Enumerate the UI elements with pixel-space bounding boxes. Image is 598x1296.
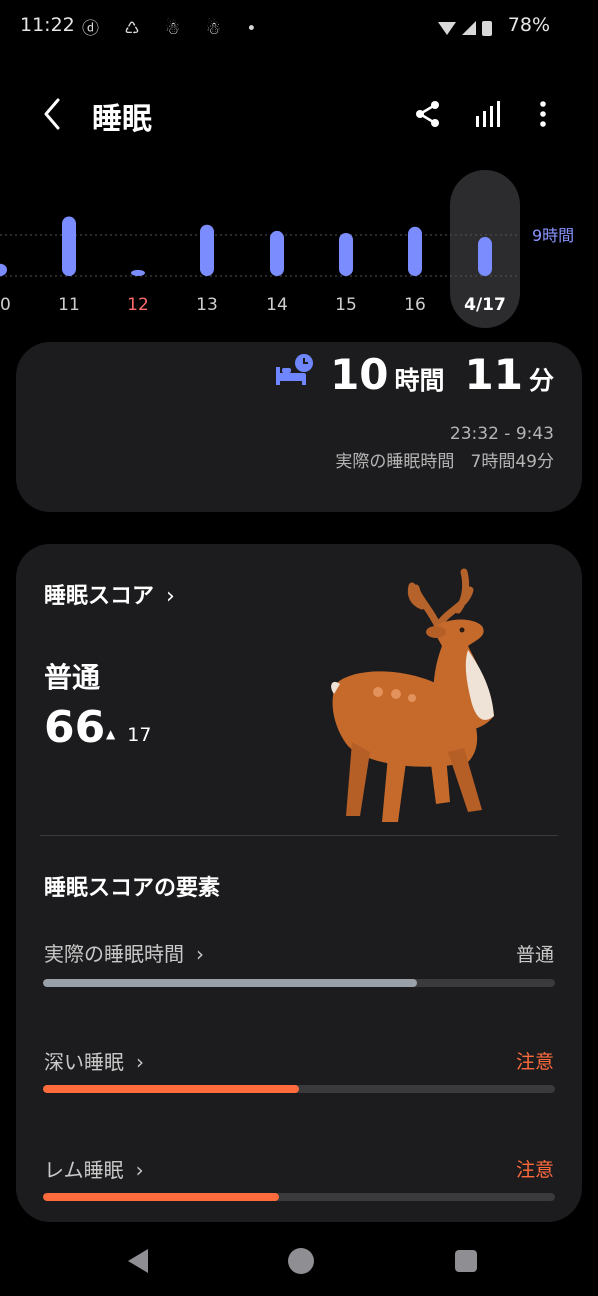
signal-wifi-battery-icon bbox=[438, 21, 492, 36]
chart-bar[interactable] bbox=[62, 216, 76, 276]
sleep-score-link[interactable]: 睡眠スコア › bbox=[44, 578, 175, 610]
back-icon[interactable] bbox=[36, 94, 72, 134]
battery-percentage: 78% bbox=[507, 14, 550, 36]
chart-bar[interactable] bbox=[270, 230, 284, 276]
duration-minutes: 11 bbox=[464, 350, 523, 399]
progress-fill bbox=[43, 979, 417, 987]
bed-clock-icon bbox=[276, 354, 313, 385]
factor-progress-bar bbox=[43, 1193, 555, 1201]
page-title: 睡眠 bbox=[92, 102, 152, 137]
back-nav-icon[interactable] bbox=[124, 1246, 152, 1276]
chart-tick-label: 16 bbox=[404, 295, 426, 315]
chart-icon[interactable] bbox=[472, 98, 504, 130]
chart-tick-label: 4/17 bbox=[464, 295, 506, 315]
sleep-time-range: 23:32 - 9:43 bbox=[449, 424, 554, 444]
sleep-duration: 10 時間 11 分 bbox=[330, 350, 554, 399]
actual-sleep-value: 7時間49分 bbox=[470, 452, 554, 472]
delta-up-icon: ▲ bbox=[106, 727, 116, 741]
actual-sleep-time: 実際の睡眠時間 7時間49分 bbox=[335, 447, 554, 472]
factor-status: 注意 bbox=[515, 1159, 554, 1181]
factor-label: 実際の睡眠時間 bbox=[44, 942, 184, 966]
share-icon[interactable] bbox=[412, 98, 444, 130]
factor-label: 深い睡眠 bbox=[44, 1050, 124, 1074]
chevron-right-icon: › bbox=[196, 942, 204, 966]
chart-bar[interactable] bbox=[408, 226, 422, 276]
factor-status: 普通 bbox=[515, 944, 554, 966]
more-icon[interactable] bbox=[527, 98, 559, 130]
sleep-duration-chart[interactable]: 9時間 10 11 12 13 14 15 16 4/17 bbox=[0, 170, 598, 330]
factor-rem-sleep-link[interactable]: レム睡眠 › bbox=[44, 1154, 144, 1183]
divider bbox=[40, 835, 558, 836]
chart-tick-label: 14 bbox=[266, 295, 288, 315]
score-value: 66 bbox=[44, 702, 106, 753]
deer-illustration bbox=[331, 568, 494, 822]
factor-progress-bar bbox=[43, 979, 555, 987]
duration-hours: 10 bbox=[330, 350, 389, 399]
factors-title: 睡眠スコアの要素 bbox=[44, 876, 221, 901]
chart-bar[interactable] bbox=[339, 232, 353, 276]
progress-fill bbox=[43, 1085, 299, 1093]
recents-nav-icon[interactable] bbox=[455, 1250, 477, 1272]
chart-bar[interactable] bbox=[0, 263, 7, 276]
progress-fill bbox=[43, 1193, 279, 1201]
chevron-right-icon: › bbox=[136, 1050, 144, 1074]
status-notification-icons: ⓓ ♺ ☃ ☃ • bbox=[82, 19, 267, 39]
factor-progress-bar bbox=[43, 1085, 555, 1093]
chart-bar[interactable] bbox=[478, 237, 492, 276]
chart-bar[interactable] bbox=[131, 269, 145, 276]
chart-tick-label: 13 bbox=[196, 295, 218, 315]
score-delta: ▲ 17 bbox=[106, 724, 151, 746]
sleep-score-title: 睡眠スコア bbox=[44, 584, 155, 609]
delta-value: 17 bbox=[127, 724, 152, 746]
chart-tick-label: 10 bbox=[0, 295, 11, 315]
chart-tick-label: 11 bbox=[58, 295, 80, 315]
chevron-right-icon: › bbox=[135, 1158, 144, 1182]
factor-actual-sleep-link[interactable]: 実際の睡眠時間 › bbox=[44, 938, 204, 967]
factor-label: レム睡眠 bbox=[44, 1158, 124, 1182]
duration-hours-unit: 時間 bbox=[394, 366, 445, 395]
duration-minutes-unit: 分 bbox=[528, 366, 554, 395]
factor-status: 注意 bbox=[515, 1051, 554, 1073]
chart-bar[interactable] bbox=[200, 224, 214, 276]
home-nav-icon[interactable] bbox=[288, 1248, 314, 1274]
actual-sleep-label: 実際の睡眠時間 bbox=[335, 452, 455, 472]
score-level: 普通 bbox=[44, 661, 101, 694]
chevron-right-icon: › bbox=[166, 584, 175, 609]
chart-tick-label: 15 bbox=[335, 295, 357, 315]
reference-label: 9時間 bbox=[532, 226, 574, 245]
factor-deep-sleep-link[interactable]: 深い睡眠 › bbox=[44, 1046, 144, 1075]
chart-tick-label: 12 bbox=[127, 295, 149, 315]
status-time: 11:22 bbox=[20, 14, 75, 36]
